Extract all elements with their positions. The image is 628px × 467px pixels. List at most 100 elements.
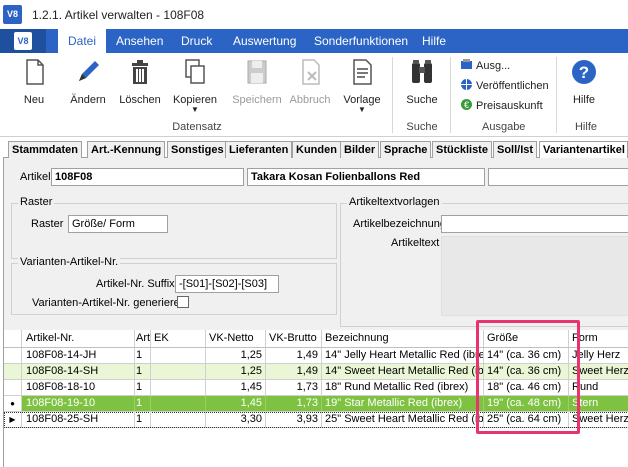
cell-ek[interactable] [151, 364, 206, 379]
row-pointer-icon[interactable]: ▶ [4, 412, 22, 427]
cell-bezeichnung[interactable]: 14" Jelly Heart Metallic Red (ibrex) [322, 348, 484, 363]
app-icon[interactable]: V8 [3, 5, 22, 24]
suffix-field[interactable]: -[S01]-[S02]-[S03] [175, 275, 279, 293]
ribbon-tab-hilfe[interactable]: Hilfe [412, 29, 456, 53]
cell-art[interactable]: 1 [135, 348, 151, 363]
ribbon-tab-datei[interactable]: Datei [58, 29, 107, 53]
cell-vkbrutto[interactable]: 1,49 [266, 364, 322, 379]
kopieren-dropdown-icon[interactable]: ▼ [170, 106, 220, 114]
row-indicator[interactable] [4, 380, 22, 395]
suche-button[interactable]: Suche [402, 57, 442, 106]
title-bar: V8 1.2.1. Artikel verwalten - 108F08 [0, 0, 628, 29]
cell-bezeichnung[interactable]: 18" Rund Metallic Red (ibrex) [322, 380, 484, 395]
artikeltext-field[interactable] [441, 236, 628, 316]
cell-art[interactable]: 1 [135, 412, 151, 427]
cell-artikelnr[interactable]: 108F08-25-SH [23, 412, 135, 427]
copy-icon [185, 59, 205, 84]
cell-vkbrutto[interactable]: 1,49 [266, 348, 322, 363]
cell-bezeichnung[interactable]: 25" Sweet Heart Metallic Red (ibrex) [322, 412, 484, 427]
price-icon: € [461, 99, 472, 110]
cell-ek[interactable] [151, 412, 206, 427]
cell-ek[interactable] [151, 348, 206, 363]
app-menu-button[interactable]: V8 [0, 29, 46, 53]
cell-artikelnr[interactable]: 108F08-19-10 [23, 396, 135, 411]
suche-label: Suche [406, 94, 438, 106]
new-document-icon [26, 59, 44, 85]
row-indicator[interactable] [4, 348, 22, 363]
row-indicator[interactable] [4, 364, 22, 379]
neu-button[interactable]: Neu [14, 57, 54, 106]
ribbon-tab-ansehen[interactable]: Ansehen [106, 29, 173, 53]
ribbon-tab-sonderfunktionen[interactable]: Sonderfunktionen [304, 29, 418, 53]
cell-vknetto[interactable]: 1,25 [206, 364, 266, 379]
tab-sprache[interactable]: Sprache [380, 141, 432, 158]
col-header-artikelnr[interactable]: Artikel-Nr. [23, 330, 135, 347]
vorlage-dropdown-icon[interactable]: ▼ [340, 106, 384, 114]
group-separator [556, 57, 557, 133]
tab-lieferanten[interactable]: Lieferanten [225, 141, 293, 158]
col-header-art[interactable]: Art [135, 330, 151, 347]
row-indicator-header [4, 330, 22, 347]
group-label-suche: Suche [406, 121, 438, 133]
col-header-ek[interactable]: EK [151, 330, 206, 347]
ausg-button[interactable]: Ausg... [460, 57, 510, 75]
cell-vkbrutto[interactable]: 3,93 [266, 412, 322, 427]
pencil-icon [79, 61, 99, 81]
tab-soll-ist[interactable]: Soll/Ist [493, 141, 538, 158]
cell-vknetto[interactable]: 3,30 [206, 412, 266, 427]
cell-art[interactable]: 1 [135, 380, 151, 395]
cell-artikelnr[interactable]: 108F08-18-10 [23, 380, 135, 395]
cell-art[interactable]: 1 [135, 364, 151, 379]
cell-vkbrutto[interactable]: 1,73 [266, 380, 322, 395]
speichern-button[interactable]: Speichern [230, 57, 284, 106]
ribbon-tab-auswertung[interactable]: Auswertung [223, 29, 306, 53]
cell-artikelnr[interactable]: 108F08-14-SH [23, 364, 135, 379]
textvorlagen-group: Artikeltextvorlagen Artikelbezeichnung A… [340, 196, 628, 327]
abbruch-label: Abbruch [289, 94, 331, 106]
current-row-icon[interactable]: ● [4, 396, 22, 411]
cell-vknetto[interactable]: 1,25 [206, 348, 266, 363]
preisauskunft-button[interactable]: € Preisauskunft [460, 97, 543, 115]
vorlage-button[interactable]: Vorlage ▼ [340, 57, 384, 114]
tab-art-kennung[interactable]: Art.-Kennung [87, 141, 166, 158]
tab-sonstiges[interactable]: Sonstiges [167, 141, 228, 158]
raster-field[interactable]: Größe/ Form [68, 215, 168, 233]
tab-stueckliste[interactable]: Stückliste [432, 141, 492, 158]
cell-bezeichnung[interactable]: 14" Sweet Heart Metallic Red (ibrex) [322, 364, 484, 379]
kopieren-button[interactable]: Kopieren ▼ [170, 57, 220, 114]
cell-bezeichnung[interactable]: 19" Star Metallic Red (ibrex) [322, 396, 484, 411]
artikel-extra-field[interactable] [488, 168, 628, 186]
col-header-vknetto[interactable]: VK-Netto [206, 330, 266, 347]
aendern-button[interactable]: Ändern [64, 57, 112, 106]
tab-bilder[interactable]: Bilder [340, 141, 380, 158]
hilfe-button[interactable]: ? Hilfe [566, 57, 602, 106]
loeschen-button[interactable]: Löschen [117, 57, 163, 106]
group-separator [392, 57, 393, 133]
col-header-bezeichnung[interactable]: Bezeichnung [322, 330, 484, 347]
col-header-vkbrutto[interactable]: VK-Brutto [266, 330, 322, 347]
generate-checkbox[interactable] [177, 296, 189, 308]
tab-variantenartikel[interactable]: Variantenartikel [539, 141, 628, 159]
cell-vknetto[interactable]: 1,45 [206, 396, 266, 411]
cell-vknetto[interactable]: 1,45 [206, 380, 266, 395]
save-icon [247, 60, 267, 84]
window-title: 1.2.1. Artikel verwalten - 108F08 [32, 8, 205, 22]
cancel-document-icon [302, 59, 320, 85]
cell-ek[interactable] [151, 396, 206, 411]
veroeffentlichen-button[interactable]: Veröffentlichen [460, 77, 549, 95]
ribbon-tab-druck[interactable]: Druck [171, 29, 222, 53]
artikel-name-field[interactable]: Takara Kosan Folienballons Red [247, 168, 485, 186]
artikelbezeichnung-field[interactable] [441, 215, 628, 233]
cell-ek[interactable] [151, 380, 206, 395]
cell-art[interactable]: 1 [135, 396, 151, 411]
abbruch-button[interactable]: Abbruch [288, 57, 332, 106]
artikel-number-field[interactable]: 108F08 [51, 168, 244, 186]
trash-icon [132, 60, 148, 84]
cell-artikelnr[interactable]: 108F08-14-JH [23, 348, 135, 363]
tab-kunden[interactable]: Kunden [292, 141, 341, 158]
cell-vkbrutto[interactable]: 1,73 [266, 396, 322, 411]
globe-icon [461, 79, 472, 90]
page-tab-bar: Stammdaten Art.-Kennung Sonstiges Liefer… [3, 141, 628, 159]
tab-stammdaten[interactable]: Stammdaten [8, 141, 83, 158]
hilfe-label: Hilfe [572, 94, 595, 106]
